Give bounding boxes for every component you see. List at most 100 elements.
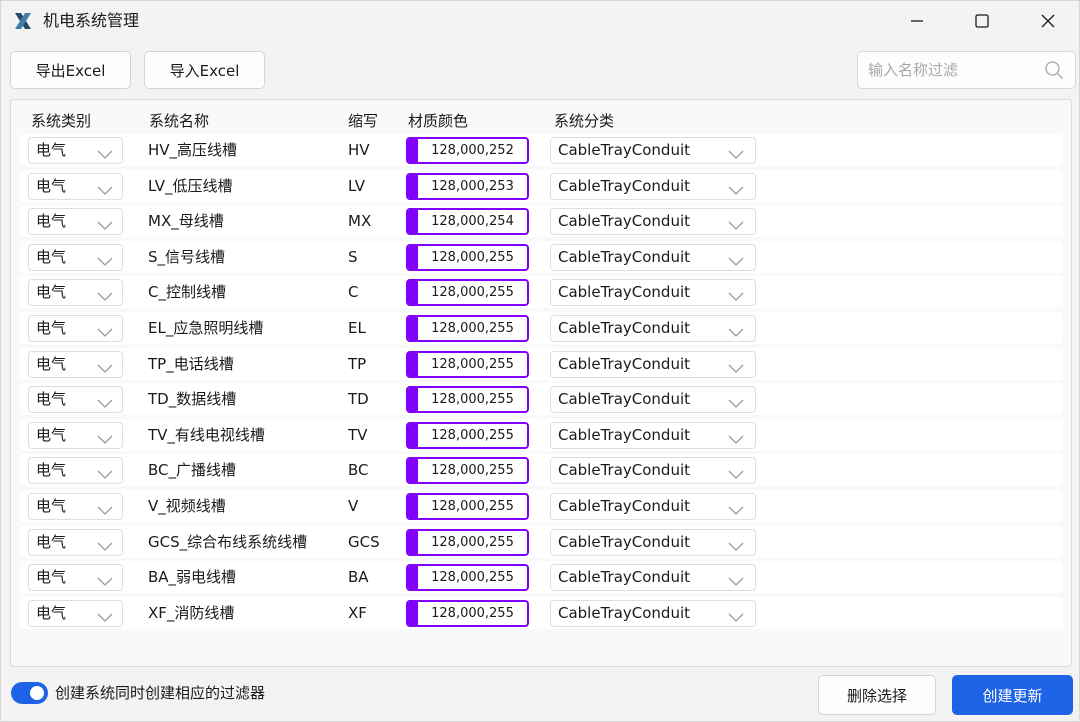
- table-row[interactable]: 电气 MX_母线槽 MX 128,000,254 CableTrayConduit: [20, 205, 1063, 238]
- table-row[interactable]: 电气 BA_弱电线槽 BA 128,000,255 CableTrayConduit: [20, 561, 1063, 594]
- classification-select[interactable]: CableTrayConduit: [550, 243, 756, 271]
- system-abbr[interactable]: LV: [348, 170, 365, 202]
- search-icon[interactable]: [1044, 60, 1064, 80]
- classification-select[interactable]: CableTrayConduit: [550, 208, 756, 236]
- category-value: 电气: [36, 532, 67, 551]
- toggle-knob: [30, 686, 44, 700]
- classification-select[interactable]: CableTrayConduit: [550, 386, 756, 414]
- system-name[interactable]: S_信号线槽: [148, 241, 225, 273]
- table-row[interactable]: 电气 GCS_综合布线系统线槽 GCS 128,000,255 CableTrayCon…: [20, 525, 1063, 558]
- color-swatch: [408, 423, 418, 447]
- system-abbr[interactable]: S: [348, 241, 358, 273]
- system-abbr[interactable]: HV: [348, 134, 370, 166]
- material-color-picker[interactable]: 128,000,255: [406, 457, 529, 485]
- material-color-picker[interactable]: 128,000,255: [406, 493, 529, 520]
- system-name[interactable]: XF_消防线槽: [148, 597, 234, 629]
- category-select[interactable]: 电气: [28, 599, 123, 627]
- table-row[interactable]: 电气 TP_电话线槽 TP 128,000,255 CableTrayConduit: [20, 347, 1063, 380]
- category-select[interactable]: 电气: [28, 279, 123, 307]
- system-name[interactable]: HV_高压线槽: [148, 134, 237, 166]
- create-filter-toggle[interactable]: [11, 682, 48, 704]
- system-name[interactable]: BA_弱电线槽: [148, 561, 236, 593]
- classification-select[interactable]: CableTrayConduit: [550, 599, 756, 627]
- table-row[interactable]: 电气 LV_低压线槽 LV 128,000,253 CableTrayConduit: [20, 169, 1063, 202]
- table-row[interactable]: 电气 C_控制线槽 C 128,000,255 CableTrayConduit: [20, 276, 1063, 309]
- system-abbr[interactable]: XF: [348, 597, 367, 629]
- table-row[interactable]: 电气 V_视频线槽 V 128,000,255 CableTrayConduit: [20, 490, 1063, 522]
- system-abbr[interactable]: V: [348, 490, 358, 522]
- category-select[interactable]: 电气: [28, 421, 123, 449]
- system-name[interactable]: GCS_综合布线系统线槽: [148, 526, 307, 558]
- table-row[interactable]: 电气 XF_消防线槽 XF 128,000,255 CableTrayConduit: [20, 596, 1063, 629]
- classification-select[interactable]: CableTrayConduit: [550, 528, 756, 556]
- category-select[interactable]: 电气: [28, 137, 123, 164]
- material-color-picker[interactable]: 128,000,255: [406, 386, 529, 414]
- material-color-picker[interactable]: 128,000,255: [406, 279, 529, 307]
- classification-value: CableTrayConduit: [558, 354, 691, 373]
- table-row[interactable]: 电气 EL_应急照明线槽 EL 128,000,255 CableTrayConduit: [20, 312, 1063, 344]
- material-color-picker[interactable]: 128,000,255: [406, 421, 529, 449]
- system-abbr[interactable]: TD: [348, 383, 369, 415]
- search-input[interactable]: [858, 52, 1038, 88]
- material-color-picker[interactable]: 128,000,252: [406, 137, 529, 164]
- export-excel-button[interactable]: 导出Excel: [10, 51, 131, 89]
- system-abbr[interactable]: BA: [348, 561, 369, 593]
- minimize-button[interactable]: [894, 1, 940, 41]
- close-button[interactable]: [1025, 1, 1071, 41]
- classification-select[interactable]: CableTrayConduit: [550, 421, 756, 449]
- classification-select[interactable]: CableTrayConduit: [550, 172, 756, 200]
- system-name[interactable]: TV_有线电视线槽: [148, 419, 265, 451]
- create-update-button[interactable]: 创建更新: [952, 675, 1073, 715]
- category-select[interactable]: 电气: [28, 350, 123, 378]
- classification-select[interactable]: CableTrayConduit: [550, 350, 756, 378]
- material-color-picker[interactable]: 128,000,253: [406, 172, 529, 200]
- classification-select[interactable]: CableTrayConduit: [550, 137, 756, 164]
- system-name[interactable]: MX_母线槽: [148, 205, 224, 237]
- classification-select[interactable]: CableTrayConduit: [550, 564, 756, 592]
- material-color-picker[interactable]: 128,000,255: [406, 599, 529, 627]
- system-abbr[interactable]: BC: [348, 454, 369, 486]
- system-name[interactable]: LV_低压线槽: [148, 170, 232, 202]
- system-name[interactable]: TD_数据线槽: [148, 383, 236, 415]
- category-select[interactable]: 电气: [28, 208, 123, 236]
- material-color-picker[interactable]: 128,000,255: [406, 350, 529, 378]
- category-select[interactable]: 电气: [28, 315, 123, 342]
- maximize-button[interactable]: [959, 1, 1005, 41]
- category-select[interactable]: 电气: [28, 564, 123, 592]
- classification-select[interactable]: CableTrayConduit: [550, 493, 756, 520]
- import-excel-button[interactable]: 导入Excel: [144, 51, 265, 89]
- material-color-picker[interactable]: 128,000,254: [406, 208, 529, 236]
- system-name[interactable]: EL_应急照明线槽: [148, 312, 263, 344]
- chevron-down-icon: [728, 182, 744, 195]
- category-select[interactable]: 电气: [28, 172, 123, 200]
- category-select[interactable]: 电气: [28, 386, 123, 414]
- table-row[interactable]: 电气 TV_有线电视线槽 TV 128,000,255 CableTrayConduit: [20, 418, 1063, 451]
- system-name[interactable]: TP_电话线槽: [148, 348, 234, 380]
- category-select[interactable]: 电气: [28, 457, 123, 485]
- system-abbr[interactable]: GCS: [348, 526, 380, 558]
- material-color-picker[interactable]: 128,000,255: [406, 243, 529, 271]
- system-abbr[interactable]: MX: [348, 205, 371, 237]
- material-color-picker[interactable]: 128,000,255: [406, 528, 529, 556]
- category-select[interactable]: 电气: [28, 243, 123, 271]
- table-row[interactable]: 电气 HV_高压线槽 HV 128,000,252 CableTrayConduit: [20, 134, 1063, 166]
- category-select[interactable]: 电气: [28, 493, 123, 520]
- system-name[interactable]: C_控制线槽: [148, 276, 226, 308]
- classification-select[interactable]: CableTrayConduit: [550, 315, 756, 342]
- table-row[interactable]: 电气 TD_数据线槽 TD 128,000,255 CableTrayConduit: [20, 383, 1063, 416]
- classification-select[interactable]: CableTrayConduit: [550, 279, 756, 307]
- classification-select[interactable]: CableTrayConduit: [550, 457, 756, 485]
- system-abbr[interactable]: C: [348, 276, 358, 308]
- color-value: 128,000,255: [431, 570, 514, 586]
- category-select[interactable]: 电气: [28, 528, 123, 556]
- system-name[interactable]: BC_广播线槽: [148, 454, 236, 486]
- table-row[interactable]: 电气 S_信号线槽 S 128,000,255 CableTrayConduit: [20, 240, 1063, 273]
- material-color-picker[interactable]: 128,000,255: [406, 315, 529, 342]
- system-name[interactable]: V_视频线槽: [148, 490, 226, 522]
- delete-selection-button[interactable]: 删除选择: [818, 675, 936, 715]
- table-row[interactable]: 电气 BC_广播线槽 BC 128,000,255 CableTrayConduit: [20, 454, 1063, 487]
- system-abbr[interactable]: TV: [348, 419, 367, 451]
- system-abbr[interactable]: TP: [348, 348, 366, 380]
- system-abbr[interactable]: EL: [348, 312, 366, 344]
- material-color-picker[interactable]: 128,000,255: [406, 564, 529, 592]
